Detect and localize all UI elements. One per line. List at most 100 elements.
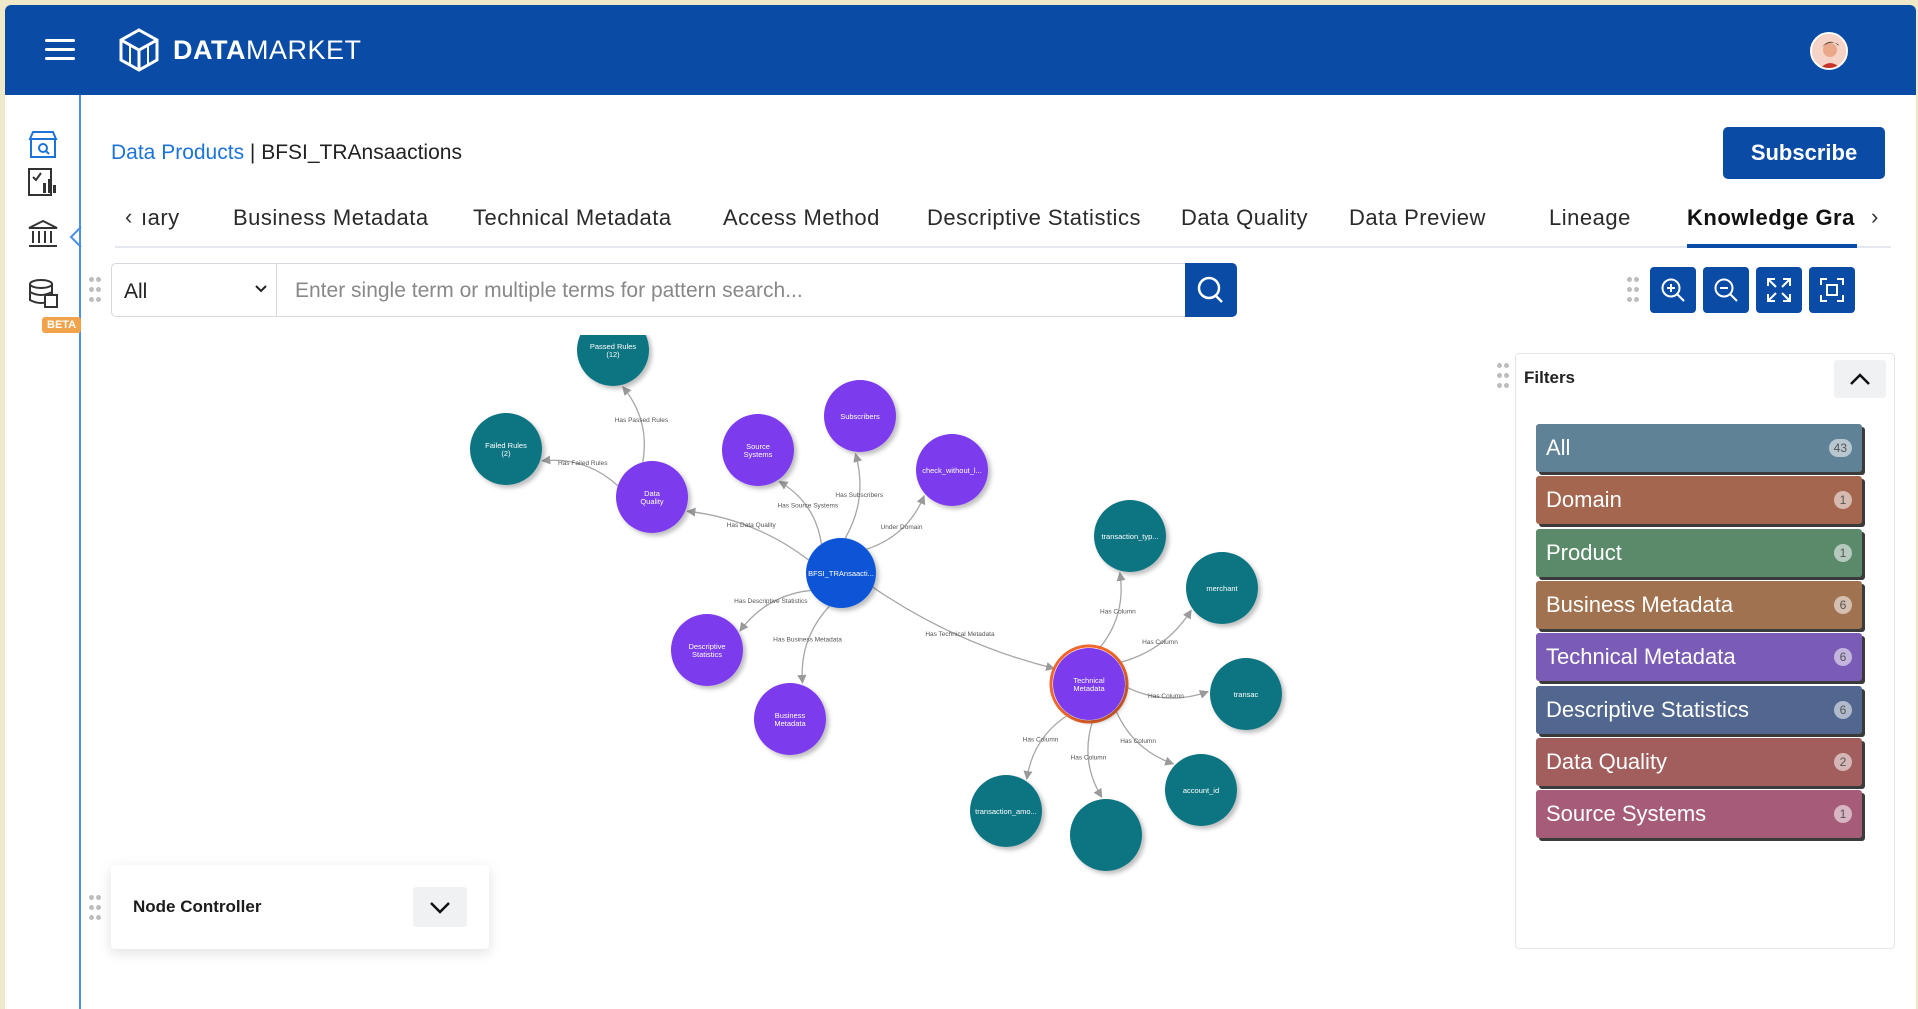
graph-node-desc[interactable]: DescriptiveStatistics [671,614,743,686]
filter-count-badge: 6 [1834,700,1852,719]
tab-technical-metadata[interactable]: Technical Metadata [473,205,672,231]
filter-item-descriptive-statistics[interactable]: Descriptive Statistics 6 [1536,685,1862,734]
tab-lineage[interactable]: Lineage [1549,205,1631,231]
graph-edge [866,495,926,550]
graph-node-merch[interactable]: merchant [1186,552,1258,624]
tabs-scroll-right-icon[interactable]: › [1871,204,1878,230]
tab-data-quality[interactable]: Data Quality [1181,205,1308,231]
top-bar: DATAMARKET [5,5,1916,95]
filter-label: All [1546,435,1571,460]
zoom-in-button[interactable] [1650,267,1696,313]
node-label: check_without_l... [922,466,982,475]
beta-badge: BETA [42,317,82,333]
node-label: BFSI_TRAnsaacti... [808,569,874,578]
filter-count-badge: 6 [1834,648,1852,667]
filter-item-technical-metadata[interactable]: Technical Metadata 6 [1536,633,1862,682]
filter-count-badge: 1 [1834,491,1852,510]
search-scope-select[interactable]: All [111,263,277,317]
search-button[interactable] [1185,263,1237,317]
edge-label: Has Source Systems [777,503,838,510]
edge-label: Has Passed Rules [615,417,669,424]
filters-collapse-button[interactable] [1834,360,1886,398]
filter-label: Business Metadata [1546,591,1734,617]
fit-to-screen-button[interactable] [1809,267,1855,313]
active-tab-indicator [1687,244,1857,248]
search-input[interactable]: Enter single term or multiple terms for … [277,263,1189,317]
filter-label: Domain [1546,487,1622,513]
filter-item-all[interactable]: All 43 [1536,424,1862,472]
edge-label: Under Domain [881,524,923,531]
node-label: Systems [744,450,773,459]
filter-count-badge: 2 [1834,752,1852,771]
subscribe-button[interactable]: Subscribe [1723,127,1885,179]
user-avatar[interactable] [1810,32,1848,70]
graph-edge [778,480,823,545]
database-icon[interactable] [25,275,61,311]
filter-label: Product [1546,539,1622,565]
graph-edge [1023,713,1070,781]
tab-access-method[interactable]: Access Method [723,205,880,231]
node-controller-drag-handle-icon[interactable] [89,895,101,921]
tabs-scroll-left-icon[interactable]: ‹ [125,204,132,230]
edge-label: Has Column [1142,639,1178,646]
graph-node-tamt[interactable]: transaction_amo... [970,775,1042,847]
graph-node-trans[interactable]: transac [1210,658,1282,730]
app-window: DATAMARKET BETA Data Products | BFSI_TRA… [5,5,1916,1009]
filter-item-source-systems[interactable]: Source Systems 1 [1536,790,1862,839]
drag-handle-icon[interactable] [89,277,101,303]
filter-item-domain[interactable]: Domain 1 [1536,476,1862,525]
graph-node-acct[interactable]: account_id [1165,754,1237,826]
bank-icon[interactable] [25,217,61,253]
filter-item-data-quality[interactable]: Data Quality 2 [1536,737,1862,786]
analytics-icon[interactable] [25,163,61,199]
graph-edge [622,386,645,463]
node-label: transaction_typ... [1101,532,1158,541]
node-controller-expand-button[interactable] [413,887,467,927]
zoom-out-button[interactable] [1703,267,1749,313]
marketplace-icon[interactable] [25,127,61,163]
tab-data-preview[interactable]: Data Preview [1349,205,1486,231]
filter-item-product[interactable]: Product 1 [1536,528,1862,577]
node-label: transaction_amo... [975,807,1037,816]
tab-summary[interactable]: ıary [141,205,180,231]
tab-knowledge-graph[interactable]: Knowledge Gra [1687,205,1855,231]
tab-bar: ‹ ıary Business Metadata Technical Metad… [115,190,1891,248]
chevron-up-icon [1850,373,1870,385]
graph-edge [1118,609,1192,664]
graph-node-ttype[interactable]: transaction_typ... [1094,500,1166,572]
filters-panel: Filters All 43 Domain 1 Product 1 Business Met… [1515,353,1895,949]
graph-node-tm[interactable]: TechnicalMetadata [1049,644,1129,724]
filter-label: Source Systems [1546,801,1707,827]
collapse-arrow-icon[interactable] [69,225,83,249]
logo-text-thin: MARKET [245,34,362,65]
graph-edge [1114,708,1175,766]
graph-node-subs[interactable]: Subscribers [824,380,896,452]
tab-business-metadata[interactable]: Business Metadata [233,205,429,231]
graph-node-bfsi[interactable]: BFSI_TRAnsaacti... [806,538,876,608]
graph-node-failed[interactable]: Failed Rules(2) [470,413,542,485]
graph-node-passed[interactable]: Passed Rules(12) [577,335,649,386]
tab-descriptive-statistics[interactable]: Descriptive Statistics [927,205,1141,231]
zoom-drag-handle-icon[interactable] [1627,277,1639,303]
edge-label: Has Column [1100,608,1136,615]
filter-count-badge: 6 [1834,595,1852,614]
breadcrumb-current: BFSI_TRAnsaactions [261,141,462,164]
menu-icon[interactable] [45,39,75,61]
filters-drag-handle-icon[interactable] [1497,363,1509,389]
breadcrumb-link-data-products[interactable]: Data Products [111,141,244,164]
graph-node-src[interactable]: SourceSystems [722,414,794,486]
expand-button[interactable] [1756,267,1802,313]
graph-node-bm[interactable]: BusinessMetadata [754,683,826,755]
node-label: Quality [640,497,664,506]
zoom-in-icon [1661,278,1685,302]
node-label: Metadata [774,719,806,728]
logo[interactable]: DATAMARKET [117,27,362,73]
filter-item-business-metadata[interactable]: Business Metadata 6 [1536,580,1862,629]
graph-node-check[interactable]: check_without_l... [916,434,988,506]
graph-node-bottom[interactable] [1070,799,1142,871]
graph-node-dq[interactable]: DataQuality [616,461,688,533]
edge-label: Has Column [1071,755,1107,762]
search-icon [1197,276,1223,303]
graph-edge [739,589,811,632]
filters-title: Filters [1524,368,1576,387]
